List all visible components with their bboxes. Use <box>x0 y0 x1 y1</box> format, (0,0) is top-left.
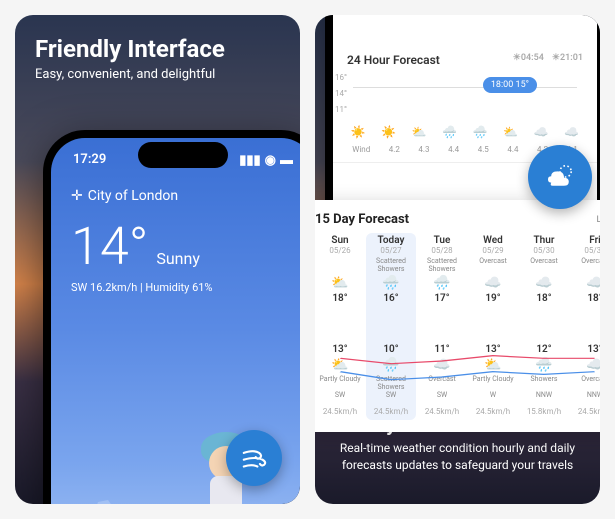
current-condition: Sunny <box>156 249 200 268</box>
weather-icon: 🌧️ <box>366 275 416 291</box>
card-header: 15 Day Forecast Line ▾ <box>315 212 600 227</box>
wifi-icon: ◉ <box>265 153 276 168</box>
day-column[interactable]: Sun05/26⛅18°13°⛅Partly CloudySW24.5km/h <box>315 233 365 420</box>
day-column[interactable]: Tue05/28Scattered Showers🌧️17°11°☁️Overc… <box>417 233 467 420</box>
weather-detail: SW 16.2km/h | Humidity 61% <box>51 279 300 296</box>
promo-subtitle: Real-time weather condition hourly and d… <box>335 440 580 474</box>
battery-icon: ▬ <box>280 152 293 168</box>
deer-icon <box>83 482 133 504</box>
weather-icon: ☁️ <box>468 275 518 291</box>
promo-text-block: Friendly Interface Easy, convenient, and… <box>35 35 280 82</box>
temperature-row: 14° Sunny <box>51 208 300 279</box>
weather-icon: 🌧️ <box>366 357 416 373</box>
day-column[interactable]: Thur05/30Overcast☁️18°12°🌧️ShowersNNW15.… <box>519 233 569 420</box>
current-temp: 14° <box>71 216 148 277</box>
promo-subtitle: Easy, convenient, and delightful <box>35 67 280 82</box>
card-title: 15 Day Forecast <box>315 212 409 227</box>
weather-icon: 🌧️ <box>519 357 569 373</box>
wind-fab-button[interactable] <box>226 430 282 486</box>
cloud-moon-icon <box>540 157 580 197</box>
sunrise-icon: ☀04:54 <box>513 53 544 67</box>
day-column[interactable]: Wed05/29Overcast☁️19°13°⛅Partly CloudyW2… <box>468 233 518 420</box>
location-pin-icon: ✛ <box>71 188 83 204</box>
phone-notch <box>138 142 228 168</box>
weather-icon: ☁️ <box>570 275 600 291</box>
promo-panel-left: Friendly Interface Easy, convenient, and… <box>15 15 300 504</box>
status-icons: ▮▮▮ ◉ ▬ <box>239 152 293 168</box>
hourly-icons: ☀️☀️⛅🌧️🌧️⛅☁️☁️ <box>333 123 597 143</box>
weather-icon: ⛅ <box>468 357 518 373</box>
promo-title: Friendly Interface <box>35 35 280 63</box>
days-grid: Sun05/26⛅18°13°⛅Partly CloudySW24.5km/hT… <box>315 233 600 420</box>
hourly-title: 24 Hour Forecast <box>347 53 440 67</box>
status-time: 17:29 <box>73 152 106 168</box>
cloud-badge <box>528 145 592 209</box>
weather-icon: ☁️ <box>519 275 569 291</box>
wind-icon <box>237 441 271 475</box>
location-name: City of London <box>88 188 178 204</box>
fifteen-day-card: 15 Day Forecast Line ▾ Sun05/26⛅18°13°⛅P… <box>315 200 600 432</box>
weather-icon: ⛅ <box>315 275 365 291</box>
day-column[interactable]: Fri05/31Overcast☁️18°13°☁️OvercastNNW24.… <box>570 233 600 420</box>
weather-icon: ☁️ <box>570 357 600 373</box>
sunset-icon: ☀21:01 <box>552 53 583 67</box>
chart-tooltip: 18:00 15° <box>483 77 537 93</box>
promo-panel-right: 24 Hour Forecast ☀04:54 ☀21:01 16° 14° 1… <box>315 15 600 504</box>
sun-times: ☀04:54 ☀21:01 <box>513 53 583 67</box>
location-row[interactable]: ✛ City of London <box>51 174 300 208</box>
hourly-chart[interactable]: 16° 14° 11° 18:00 15° <box>333 73 597 123</box>
view-toggle[interactable]: Line ▾ <box>596 215 600 225</box>
weather-icon: ☁️ <box>417 357 467 373</box>
weather-icon: 🌧️ <box>417 275 467 291</box>
signal-icon: ▮▮▮ <box>239 153 260 168</box>
hourly-header: 24 Hour Forecast ☀04:54 ☀21:01 <box>333 43 597 73</box>
weather-icon: ⛅ <box>315 357 365 373</box>
day-column[interactable]: Today05/27Scattered Showers🌧️16°10°🌧️Sca… <box>366 233 416 420</box>
